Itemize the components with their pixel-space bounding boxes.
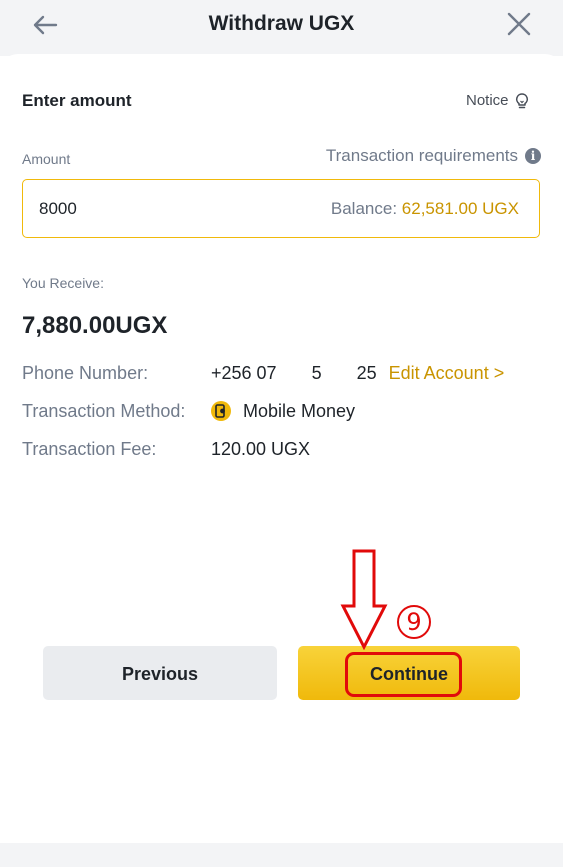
balance-display: Balance: 62,581.00 UGX	[331, 198, 519, 220]
amount-field[interactable]: Balance: 62,581.00 UGX	[22, 179, 540, 238]
page-title: Withdraw UGX	[208, 12, 355, 35]
phone-number-value: +256 07 5 25	[211, 363, 377, 383]
phone-number-label: Phone Number:	[22, 363, 149, 383]
enter-amount-heading: Enter amount	[22, 91, 132, 110]
phone-number-row: +256 07 5 25 Edit Account >	[211, 361, 504, 385]
you-receive-label: You Receive:	[22, 275, 104, 291]
transaction-fee-label: Transaction Fee:	[22, 439, 157, 459]
balance-value: 62,581.00 UGX	[401, 199, 519, 218]
receive-amount: 7,880.00UGX	[22, 312, 168, 339]
transaction-method-value: Mobile Money	[243, 401, 356, 421]
balance-label: Balance:	[330, 199, 398, 218]
step-number-badge: 9	[397, 605, 431, 639]
amount-label: Amount	[22, 151, 71, 167]
transaction-requirements-label: Transaction requirements	[325, 146, 518, 165]
notice-label: Notice	[466, 92, 509, 109]
info-icon: i	[525, 148, 541, 164]
lightbulb-icon	[515, 93, 528, 109]
previous-button[interactable]: Previous	[43, 646, 277, 700]
close-icon[interactable]	[505, 10, 533, 38]
transaction-method-label: Transaction Method:	[22, 401, 186, 421]
edit-account-link[interactable]: Edit Account >	[389, 361, 505, 385]
transaction-fee-value: 120.00 UGX	[211, 439, 311, 459]
continue-button[interactable]: Continue	[298, 646, 520, 700]
top-bar: Withdraw UGX	[0, 0, 563, 56]
transaction-method-row: Mobile Money	[211, 399, 355, 423]
footer-strip	[0, 843, 563, 867]
transaction-requirements-link[interactable]: Transaction requirements i	[326, 145, 541, 167]
notice-link[interactable]: Notice	[466, 90, 531, 112]
mobile-money-icon	[211, 401, 231, 421]
amount-input[interactable]	[39, 196, 239, 222]
